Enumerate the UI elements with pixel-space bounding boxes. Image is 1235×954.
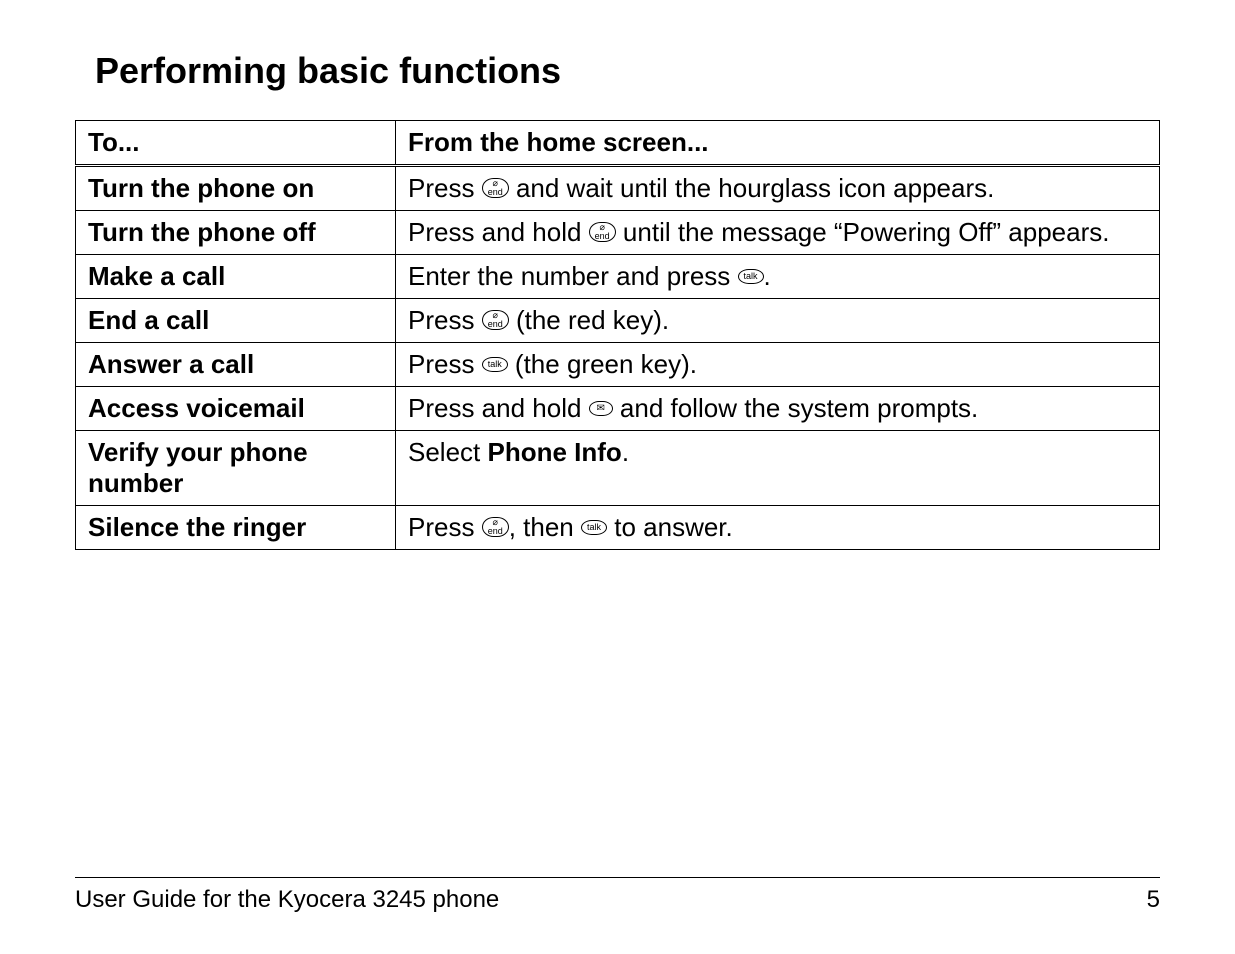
row-label: End a call: [76, 299, 396, 343]
end-key-icon: [482, 310, 509, 329]
instruction-text: Press and hold: [408, 217, 589, 247]
instruction-text: Press: [408, 349, 482, 379]
instruction-text: Press: [408, 512, 482, 542]
functions-table: To... From the home screen... Turn the p…: [75, 120, 1160, 550]
row-label: Answer a call: [76, 343, 396, 387]
table-row: Make a callEnter the number and press .: [76, 255, 1160, 299]
instruction-text: Select: [408, 437, 488, 467]
instruction-text: , then: [509, 512, 581, 542]
instruction-text: (the green key).: [508, 349, 697, 379]
instruction-text: Enter the number and press: [408, 261, 738, 291]
instruction-text: and follow the system prompts.: [613, 393, 979, 423]
instruction-text: .: [622, 437, 629, 467]
instruction-text: (the red key).: [509, 305, 669, 335]
instruction-text: and wait until the hourglass icon appear…: [509, 173, 995, 203]
col-header-to: To...: [76, 121, 396, 166]
page-footer: User Guide for the Kyocera 3245 phone 5: [75, 877, 1160, 914]
footer-page-number: 5: [1147, 886, 1160, 914]
table-row: Access voicemailPress and hold and follo…: [76, 387, 1160, 431]
row-label: Turn the phone on: [76, 166, 396, 211]
row-label: Turn the phone off: [76, 211, 396, 255]
table-row: Turn the phone onPress and wait until th…: [76, 166, 1160, 211]
instruction-bold: Phone Info: [488, 437, 622, 467]
instruction-text: Press: [408, 173, 482, 203]
row-label: Access voicemail: [76, 387, 396, 431]
end-key-icon: [482, 517, 509, 536]
table-header-row: To... From the home screen...: [76, 121, 1160, 166]
row-instruction: Press and hold and follow the system pro…: [396, 387, 1160, 431]
row-instruction: Press (the green key).: [396, 343, 1160, 387]
row-instruction: Press and hold until the message “Poweri…: [396, 211, 1160, 255]
end-key-icon: [482, 178, 509, 197]
row-instruction: Press (the red key).: [396, 299, 1160, 343]
instruction-text: until the message “Powering Off” appears…: [616, 217, 1110, 247]
section-title: Performing basic functions: [75, 50, 1160, 92]
footer-left: User Guide for the Kyocera 3245 phone: [75, 886, 499, 914]
row-instruction: Enter the number and press .: [396, 255, 1160, 299]
row-instruction: Press , then to answer.: [396, 506, 1160, 550]
table-row: Answer a callPress (the green key).: [76, 343, 1160, 387]
table-row: Silence the ringerPress , then to answer…: [76, 506, 1160, 550]
table-row: Turn the phone offPress and hold until t…: [76, 211, 1160, 255]
instruction-text: .: [764, 261, 771, 291]
talk-key-icon: [482, 357, 508, 372]
end-key-icon: [589, 222, 616, 241]
vm-key-icon: [589, 401, 613, 416]
table-row: Verify your phone numberSelect Phone Inf…: [76, 431, 1160, 506]
row-label: Verify your phone number: [76, 431, 396, 506]
col-header-from: From the home screen...: [396, 121, 1160, 166]
instruction-text: Press: [408, 305, 482, 335]
instruction-text: Press and hold: [408, 393, 589, 423]
talk-key-icon: [581, 520, 607, 535]
row-instruction: Select Phone Info.: [396, 431, 1160, 506]
row-label: Silence the ringer: [76, 506, 396, 550]
instruction-text: to answer.: [607, 512, 733, 542]
row-label: Make a call: [76, 255, 396, 299]
row-instruction: Press and wait until the hourglass icon …: [396, 166, 1160, 211]
table-row: End a callPress (the red key).: [76, 299, 1160, 343]
talk-key-icon: [738, 269, 764, 284]
